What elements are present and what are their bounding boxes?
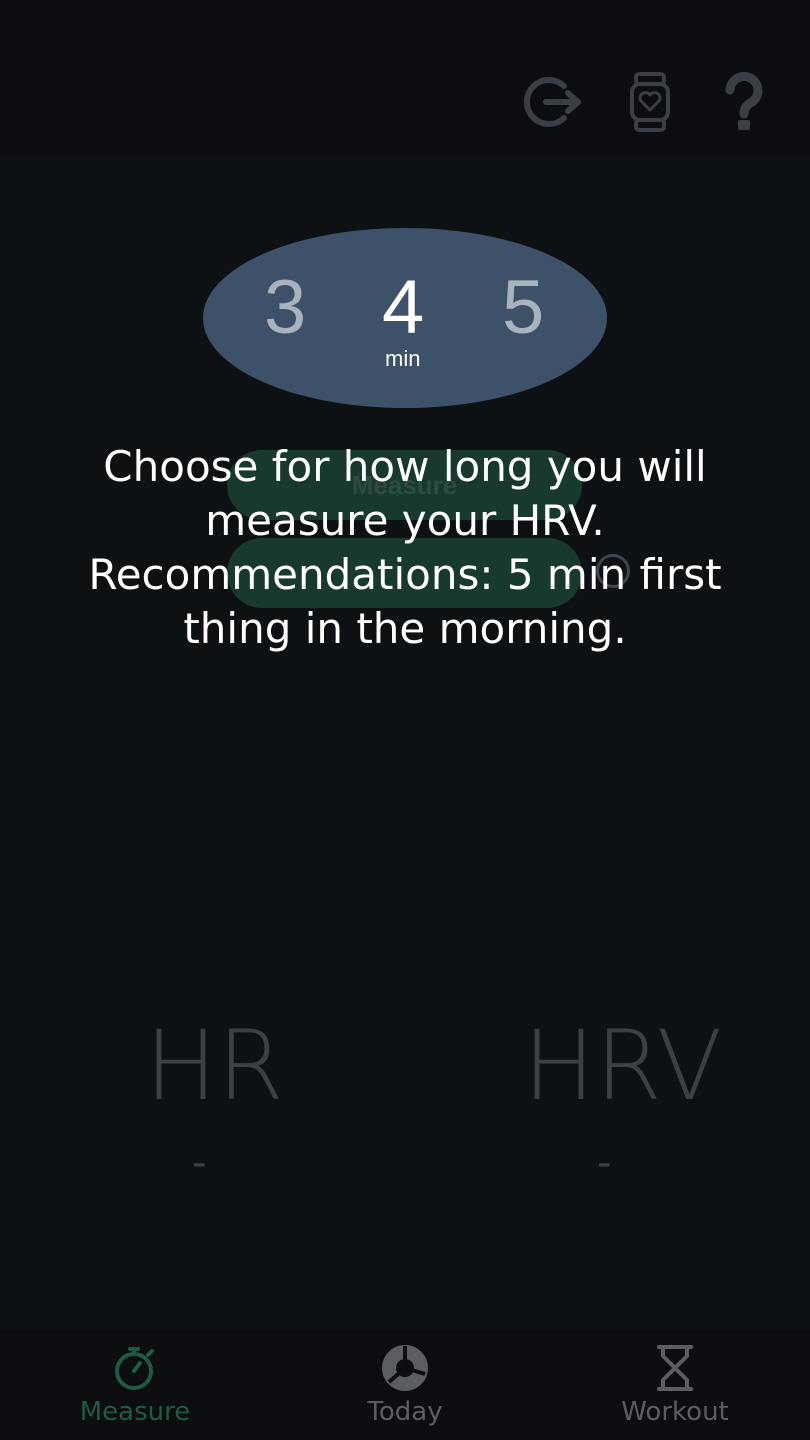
top-bar: [0, 0, 810, 157]
overlay-line-1: Choose for how long you will: [103, 442, 707, 491]
duration-option-3[interactable]: 3: [264, 268, 306, 348]
tutorial-overlay-text: Choose for how long you will measure you…: [30, 440, 780, 656]
duration-option-selected[interactable]: 4: [382, 268, 424, 348]
hourglass-icon: [650, 1343, 700, 1393]
stopwatch-icon: [110, 1343, 160, 1393]
nav-label-measure: Measure: [79, 1397, 191, 1427]
overlay-line-2: measure your HRV.: [205, 496, 605, 545]
nav-item-today[interactable]: Today: [305, 1330, 505, 1440]
nav-item-workout[interactable]: Workout: [575, 1330, 775, 1440]
hrv-label: HRV: [523, 1010, 723, 1122]
logout-icon[interactable]: [522, 70, 586, 134]
overlay-line-4: thing in the morning.: [183, 604, 627, 653]
duration-option-5[interactable]: 5: [502, 268, 544, 348]
duration-unit: min: [385, 346, 421, 371]
hrv-value: -: [597, 1140, 612, 1186]
hr-label: HR: [145, 1010, 284, 1122]
donut-chart-icon: [380, 1343, 430, 1393]
nav-label-today: Today: [367, 1397, 443, 1427]
nav-label-workout: Workout: [621, 1397, 729, 1427]
watch-heart-icon[interactable]: [618, 70, 682, 134]
hr-value: -: [192, 1140, 207, 1186]
help-icon[interactable]: [712, 70, 776, 134]
nav-item-measure[interactable]: Measure: [35, 1330, 235, 1440]
bottom-nav: Measure Today Workout: [0, 1330, 810, 1440]
overlay-line-3: Recommendations: 5 min first: [88, 550, 722, 599]
